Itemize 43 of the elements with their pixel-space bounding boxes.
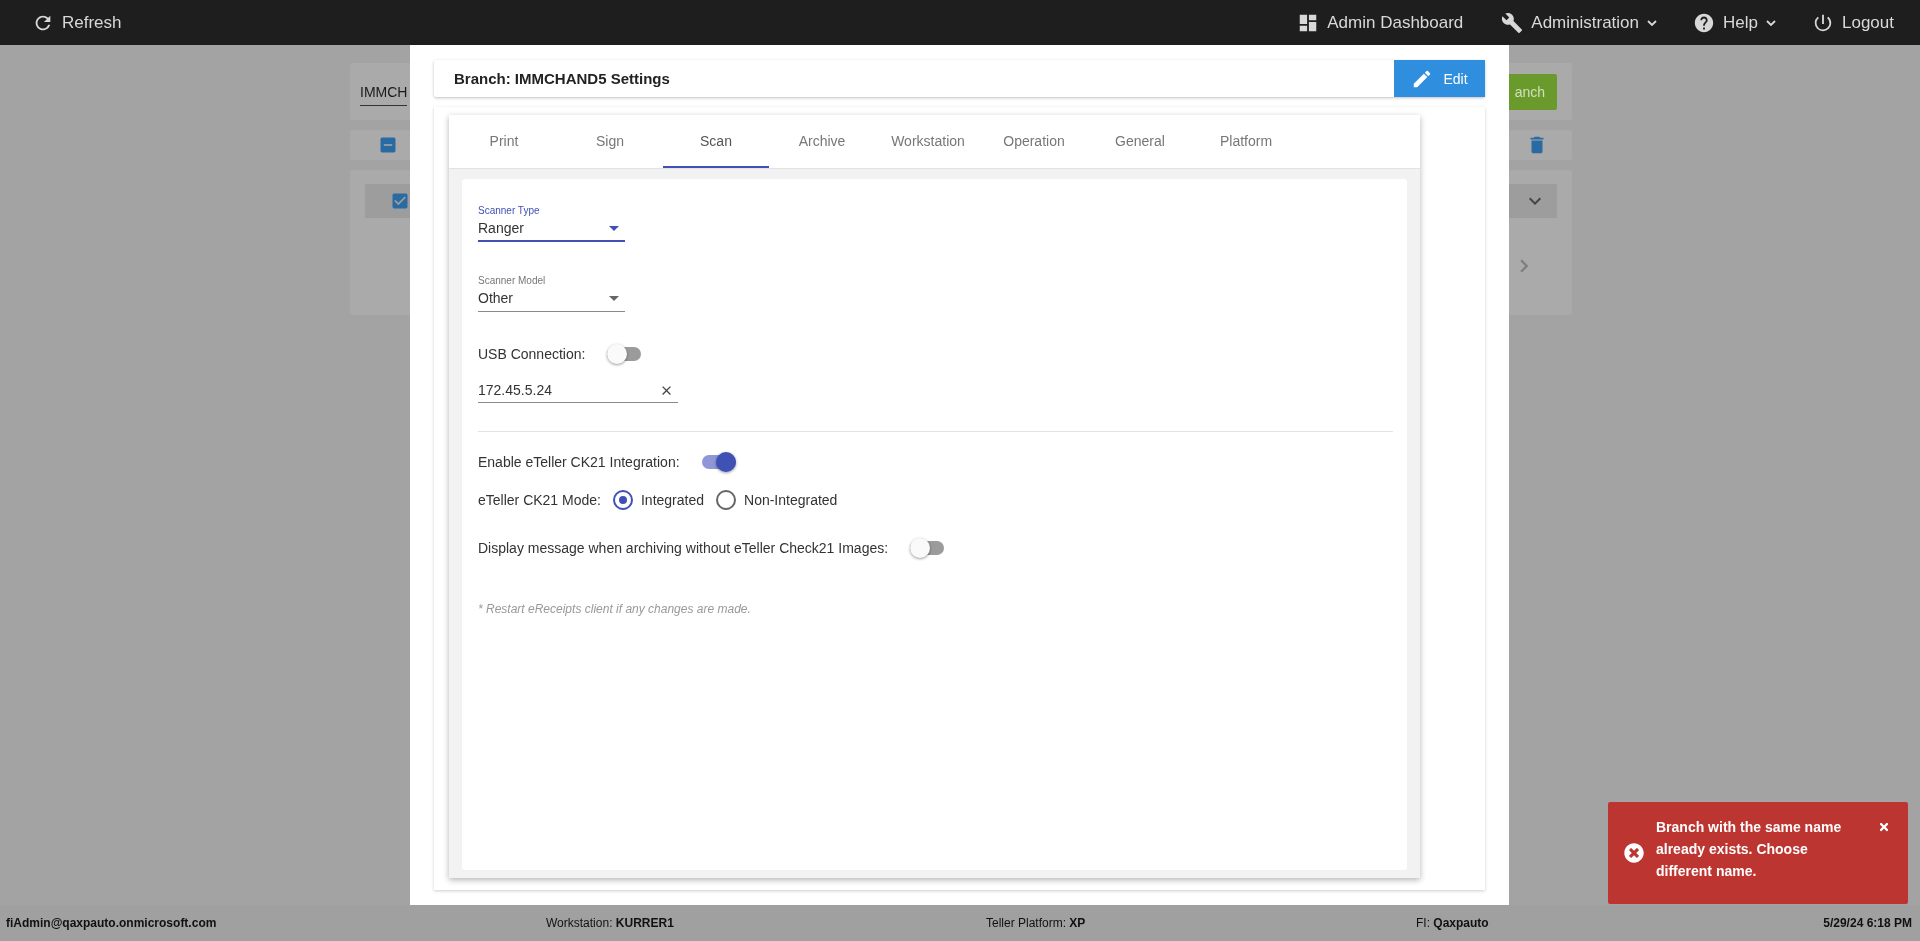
tab[interactable]: Workstation (875, 115, 981, 168)
nav-item[interactable]: Admin Dashboard (1297, 11, 1464, 34)
toggle-switch[interactable] (701, 455, 736, 469)
fi-text: FI: Qaxpauto (1416, 916, 1490, 930)
wrench-icon (1501, 11, 1524, 34)
tab[interactable]: General (1087, 115, 1193, 168)
radio-option[interactable]: Integrated (612, 490, 704, 510)
toggle-label: Display message when archiving without eTeller Check21 Images: (478, 540, 889, 556)
workstation-text: Workstation: KURRER1 (546, 916, 675, 930)
tab[interactable]: Sign (557, 115, 663, 168)
restart-note: * Restart eReceipts client if any changes are made. (478, 602, 751, 616)
select-field[interactable]: Scanner Type Ranger (478, 205, 625, 242)
close-icon[interactable] (1878, 821, 1890, 833)
tab[interactable]: Platform (1193, 115, 1299, 168)
nav-item[interactable]: Help (1693, 11, 1776, 34)
checkbox[interactable] (390, 191, 410, 211)
radio-button[interactable] (612, 490, 633, 510)
radio-group-label: eTeller CK21 Mode: (478, 492, 601, 508)
radio-button[interactable] (716, 490, 736, 510)
select-field[interactable]: Scanner Model Other (478, 275, 625, 312)
nav-item[interactable]: Administration (1501, 11, 1658, 34)
tab[interactable]: Print (451, 115, 557, 168)
platform-text: Teller Platform: XP (986, 916, 1087, 930)
nav-item[interactable]: Refresh (32, 11, 122, 34)
toggle-label: Enable eTeller CK21 Integration: (478, 454, 680, 470)
dropdown-arrow-icon (609, 225, 619, 231)
toggle-label: USB Connection: (478, 346, 586, 362)
indeterminate-checkbox[interactable] (378, 135, 398, 155)
radio-option[interactable]: Non-Integrated (716, 490, 838, 510)
tab[interactable]: Archive (769, 115, 875, 168)
tab[interactable]: Operation (981, 115, 1087, 168)
branch-search-field[interactable]: IMMCH (360, 77, 408, 106)
toggle-switch[interactable] (607, 347, 642, 361)
toggle-switch[interactable] (910, 541, 945, 555)
toast-message: Branch with the same name already exists. Choose different name. (1656, 818, 1843, 881)
error-icon (1624, 843, 1644, 863)
nav-item[interactable]: Logout (1812, 11, 1894, 34)
help-icon (1693, 11, 1716, 34)
user-email: fiAdmin@qaxpauto.onmicrosoft.com (6, 916, 218, 930)
dropdown-arrow-icon (609, 295, 619, 301)
ip-address-field[interactable]: 172.45.5.24 (478, 382, 678, 403)
date-time: 5/29/24 6:18 PM (1823, 916, 1912, 930)
dialog-title: Branch: IMMCHAND5 Settings (454, 70, 670, 87)
